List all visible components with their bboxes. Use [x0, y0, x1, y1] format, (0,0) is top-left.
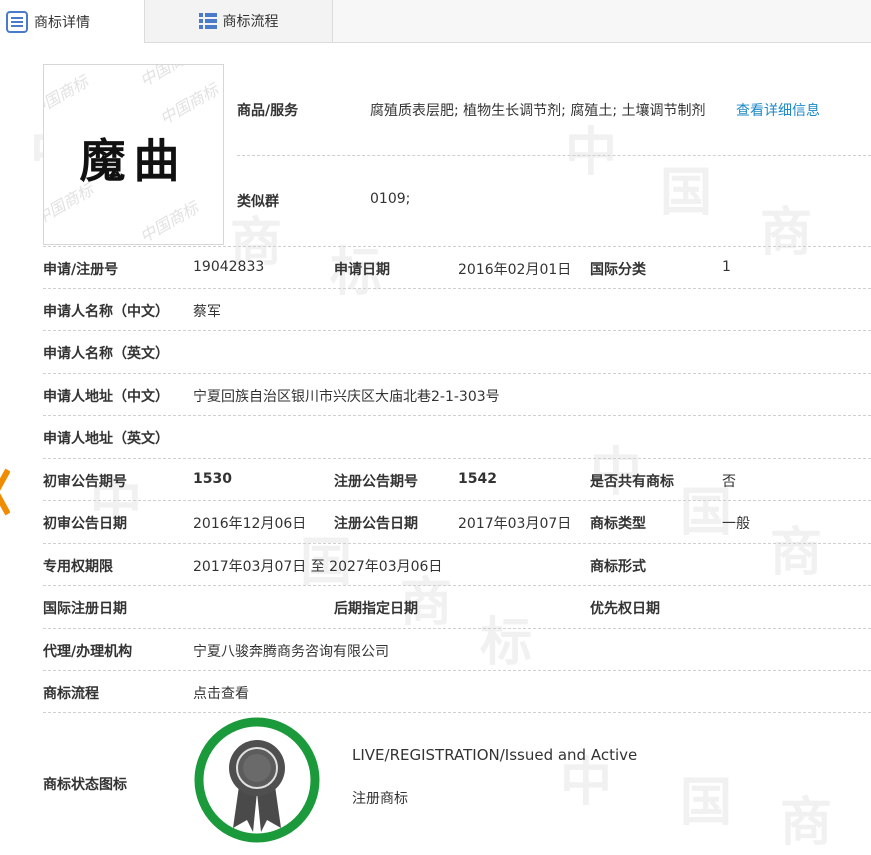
applicant-cn-label: 申请人名称（中文）	[43, 304, 169, 320]
reg-issue-label: 注册公告期号	[334, 474, 418, 490]
divider	[43, 415, 871, 416]
svg-text:中国商标: 中国商标	[137, 65, 204, 90]
reg-no-value: 19042833	[193, 259, 265, 275]
view-flow-link[interactable]: 点击查看	[193, 683, 249, 703]
registered-medal-icon	[193, 716, 321, 844]
divider	[43, 500, 871, 501]
term-label: 专用权期限	[43, 559, 113, 575]
trademark-detail-panel: 中国商标 中国商标 中国商标 中国商标 中国商标 魔曲 商品/服务 腐殖质表层肥…	[0, 0, 871, 843]
address-cn-value: 宁夏回族自治区银川市兴庆区大庙北巷2-1-303号	[193, 389, 500, 405]
goods-value: 腐殖质表层肥; 植物生长调节剂; 腐殖土; 土壤调节制剂	[370, 103, 706, 119]
address-cn-label: 申请人地址（中文）	[43, 389, 169, 405]
divider	[43, 585, 871, 586]
intl-reg-date-label: 国际注册日期	[43, 601, 127, 617]
divider	[43, 288, 871, 289]
app-date-value: 2016年02月01日	[458, 262, 572, 278]
divider	[43, 628, 871, 629]
app-date-label: 申请日期	[334, 262, 390, 278]
term-value: 2017年03月07日 至 2027年03月06日	[193, 559, 443, 575]
status-text-en: LIVE/REGISTRATION/Issued and Active	[352, 746, 638, 764]
prelim-date-label: 初审公告日期	[43, 516, 127, 532]
similar-group-label: 类似群	[237, 194, 279, 210]
divider	[43, 670, 871, 671]
grid-flow-icon	[198, 12, 217, 30]
status-text-cn: 注册商标	[352, 791, 408, 807]
view-details-link[interactable]: 查看详细信息	[736, 100, 820, 120]
tm-type-value: 一般	[722, 516, 750, 532]
prelim-issue-label: 初审公告期号	[43, 474, 127, 490]
divider	[43, 543, 871, 544]
agent-label: 代理/办理机构	[43, 644, 133, 660]
prelim-date-value: 2016年12月06日	[193, 516, 307, 532]
similar-group-value: 0109;	[370, 191, 411, 207]
intl-class-label: 国际分类	[590, 262, 646, 278]
tab-trademark-detail[interactable]: 商标详情	[0, 0, 145, 43]
tm-form-label: 商标形式	[590, 559, 646, 575]
divider	[237, 155, 871, 156]
reg-date-label: 注册公告日期	[334, 516, 418, 532]
applicant-en-label: 申请人名称（英文）	[43, 346, 169, 362]
svg-text:中国商标: 中国商标	[44, 71, 93, 120]
applicant-cn-value: 蔡军	[193, 304, 221, 320]
divider	[43, 712, 871, 713]
goods-label: 商品/服务	[237, 103, 299, 119]
prelim-issue-value: 1530	[193, 471, 232, 487]
status-icon-label: 商标状态图标	[43, 777, 127, 793]
tab-trademark-flow-label: 商标流程	[222, 14, 279, 30]
flow-label: 商标流程	[43, 686, 99, 702]
shared-label: 是否共有商标	[590, 474, 674, 490]
divider	[43, 330, 871, 331]
reg-issue-value: 1542	[458, 471, 497, 487]
list-detail-icon	[6, 10, 28, 33]
address-en-label: 申请人地址（英文）	[43, 431, 169, 447]
reg-date-value: 2017年03月07日	[458, 516, 572, 532]
tab-trademark-detail-label: 商标详情	[34, 14, 90, 31]
later-date-label: 后期指定日期	[334, 601, 418, 617]
svg-text:中国商标: 中国商标	[137, 197, 204, 245]
svg-text:中国商标: 中国商标	[157, 79, 224, 128]
divider	[43, 458, 871, 459]
divider	[43, 373, 871, 374]
shared-value: 否	[722, 474, 736, 490]
tab-bar: 商标详情 商标流程	[0, 0, 871, 43]
trademark-image: 中国商标 中国商标 中国商标 中国商标 中国商标 魔曲	[43, 64, 224, 245]
tm-type-label: 商标类型	[590, 516, 646, 532]
priority-date-label: 优先权日期	[590, 601, 660, 617]
agent-value: 宁夏八骏奔腾商务咨询有限公司	[193, 644, 389, 660]
reg-no-label: 申请/注册号	[43, 262, 119, 278]
chevron-left-icon[interactable]	[0, 466, 11, 518]
tab-trademark-flow[interactable]: 商标流程	[145, 0, 333, 42]
trademark-mark-text: 魔曲	[79, 134, 188, 188]
divider	[43, 246, 871, 247]
intl-class-value: 1	[722, 259, 731, 275]
